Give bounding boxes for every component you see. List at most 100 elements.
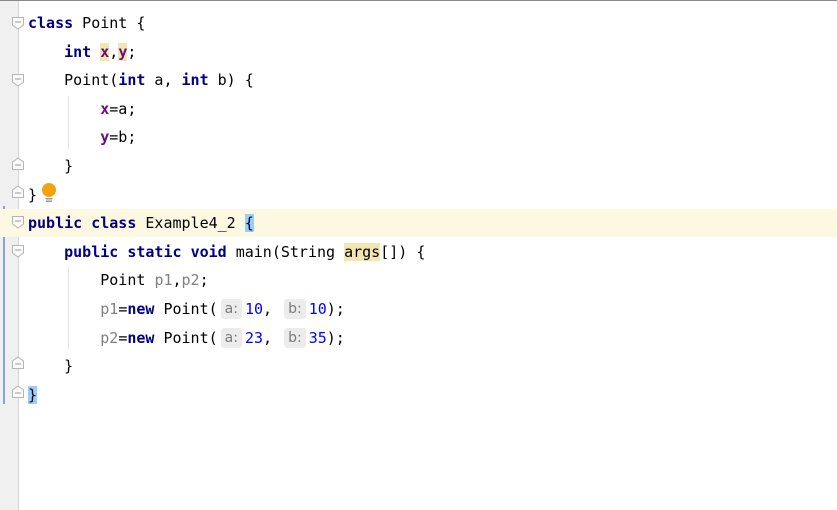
- code-line-text[interactable]: Point(int a, int b) {: [28, 66, 254, 94]
- code-line[interactable]: public static void main(String args[]) {: [0, 238, 837, 266]
- code-token: static: [127, 242, 182, 261]
- parameter-hint: a:: [220, 327, 242, 348]
- code-line[interactable]: }: [0, 381, 837, 409]
- code-token: );: [326, 328, 345, 347]
- code-token: Point {: [73, 14, 146, 32]
- code-token: ,: [263, 328, 282, 347]
- code-token: y: [118, 42, 128, 61]
- code-token: int: [118, 71, 146, 90]
- lightbulb-icon[interactable]: [41, 183, 57, 203]
- code-line[interactable]: Point(int a, int b) {: [0, 66, 837, 94]
- code-token: class: [91, 214, 137, 233]
- code-token: p2: [100, 328, 119, 347]
- code-line-text[interactable]: p1=new Point(a: 10, b: 10);: [28, 295, 345, 323]
- code-token: Point(: [154, 328, 218, 347]
- code-line-text[interactable]: y=b;: [28, 123, 136, 151]
- code-token: ;: [199, 271, 209, 290]
- parameter-hint: b:: [284, 299, 306, 319]
- code-editor[interactable]: class Point { int x,y; Point(int a, int …: [0, 0, 837, 510]
- code-token: main(String: [226, 242, 345, 261]
- code-line[interactable]: Point p1,p2;: [0, 266, 837, 294]
- code-line-text[interactable]: }: [28, 152, 73, 180]
- parameter-hint: a:: [220, 299, 242, 319]
- code-token: 23: [244, 328, 264, 347]
- code-token: Point(: [28, 71, 119, 90]
- code-token: 10: [308, 300, 327, 318]
- code-token: );: [326, 300, 345, 318]
- code-token: {: [244, 214, 254, 233]
- fold-end-icon[interactable]: [11, 356, 25, 370]
- code-token: p1: [100, 300, 119, 318]
- code-line-text[interactable]: p2=new Point(a: 23, b: 35);: [28, 324, 345, 352]
- code-token: }: [28, 185, 38, 204]
- code-token: 10: [244, 300, 264, 318]
- code-line-text[interactable]: int x,y;: [28, 38, 136, 66]
- code-line-text[interactable]: class Point {: [28, 9, 145, 37]
- code-line-text[interactable]: public static void main(String args[]) {: [28, 238, 425, 266]
- code-token: =: [118, 300, 128, 318]
- code-token: x: [100, 99, 110, 118]
- code-token: p2: [181, 271, 200, 290]
- fold-end-icon[interactable]: [11, 185, 25, 199]
- code-token: public: [64, 242, 119, 261]
- code-token: Point(: [154, 300, 218, 318]
- code-line[interactable]: p2=new Point(a: 23, b: 35);: [0, 324, 837, 352]
- code-line-text[interactable]: }: [28, 181, 37, 209]
- code-token: Point: [28, 271, 155, 290]
- code-line[interactable]: x=a;: [0, 95, 837, 123]
- code-token: =b;: [109, 128, 137, 147]
- code-line[interactable]: public class Example4_2 {: [0, 209, 837, 238]
- code-token: }: [28, 357, 74, 376]
- code-token: class: [28, 14, 74, 32]
- code-token: args: [344, 242, 381, 261]
- code-token: void: [190, 242, 227, 261]
- fold-end-icon[interactable]: [11, 385, 25, 399]
- code-line-text[interactable]: }: [28, 381, 38, 409]
- fold-collapse-icon[interactable]: [11, 215, 25, 229]
- code-token: public: [28, 214, 83, 233]
- code-line[interactable]: p1=new Point(a: 10, b: 10);: [0, 295, 837, 323]
- code-token: Example4_2: [136, 214, 245, 233]
- code-token: y: [100, 128, 110, 147]
- code-token: =a;: [109, 99, 137, 118]
- code-line[interactable]: class Point {: [0, 9, 837, 37]
- code-line-text[interactable]: }: [28, 352, 73, 380]
- code-token: ,: [109, 42, 119, 61]
- code-token: ;: [127, 42, 137, 61]
- code-token: []) {: [380, 242, 426, 261]
- code-token: a,: [145, 71, 182, 90]
- code-line[interactable]: int x,y;: [0, 38, 837, 66]
- code-token: int: [64, 42, 92, 61]
- fold-end-icon[interactable]: [11, 157, 25, 171]
- code-token: p1: [154, 271, 173, 290]
- code-line[interactable]: }: [0, 152, 837, 180]
- code-token: ,: [172, 271, 182, 290]
- parameter-hint: b:: [284, 327, 306, 348]
- fold-collapse-icon[interactable]: [11, 73, 25, 87]
- code-token: }: [28, 157, 74, 175]
- code-token: int: [181, 71, 209, 90]
- code-token: new: [127, 300, 155, 318]
- fold-collapse-icon[interactable]: [11, 16, 25, 30]
- code-line[interactable]: y=b;: [0, 123, 837, 151]
- code-line-text[interactable]: x=a;: [28, 95, 136, 123]
- code-token: b) {: [208, 71, 254, 90]
- code-token: 35: [308, 328, 327, 347]
- code-line-text[interactable]: public class Example4_2 {: [28, 209, 254, 237]
- code-line-text[interactable]: Point p1,p2;: [28, 266, 209, 294]
- code-token: =: [118, 328, 128, 347]
- code-token: ,: [263, 300, 282, 318]
- fold-collapse-icon[interactable]: [11, 244, 25, 258]
- code-line[interactable]: }: [0, 352, 837, 380]
- code-line[interactable]: }: [0, 181, 837, 209]
